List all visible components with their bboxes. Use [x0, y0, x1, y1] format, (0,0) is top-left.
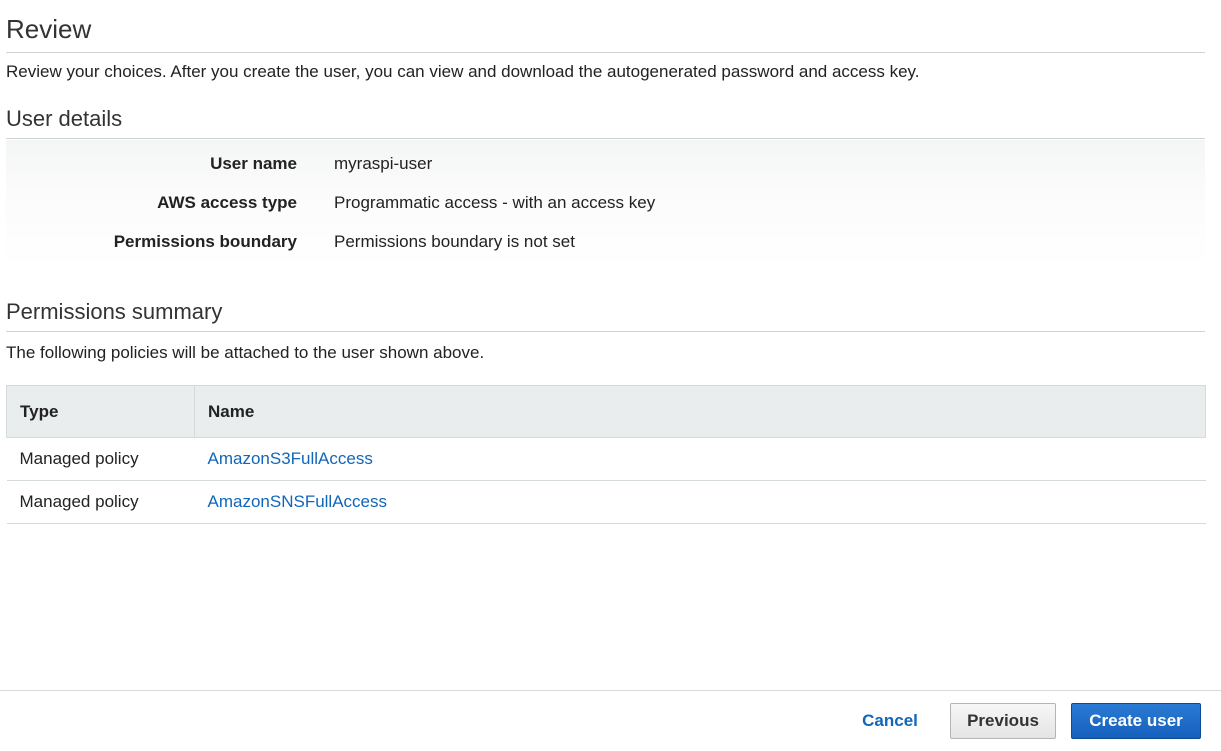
policy-name-cell: AmazonS3FullAccess	[194, 437, 1206, 481]
detail-row-access-type: AWS access type Programmatic access - wi…	[6, 191, 1205, 215]
table-row: Managed policy AmazonS3FullAccess	[6, 437, 1206, 481]
wizard-footer: Cancel Previous Create user	[0, 690, 1221, 752]
detail-value: Programmatic access - with an access key	[334, 193, 656, 212]
column-header-name[interactable]: Name	[194, 385, 1206, 438]
user-details-heading: User details	[6, 105, 1205, 139]
detail-label: User name	[210, 154, 297, 173]
detail-value: Permissions boundary is not set	[334, 232, 575, 251]
permissions-summary-heading: Permissions summary	[6, 298, 1205, 332]
cancel-button[interactable]: Cancel	[852, 703, 928, 739]
create-user-button[interactable]: Create user	[1071, 703, 1201, 739]
policies-table: Type Name Managed policy AmazonS3FullAcc…	[6, 385, 1206, 524]
permissions-description: The following policies will be attached …	[6, 343, 485, 362]
previous-button[interactable]: Previous	[950, 703, 1056, 739]
table-row: Managed policy AmazonSNSFullAccess	[6, 480, 1206, 524]
detail-label: AWS access type	[157, 193, 297, 212]
policy-type-cell: Managed policy	[6, 480, 195, 524]
detail-row-permissions-boundary: Permissions boundary Permissions boundar…	[6, 230, 1205, 254]
detail-label: Permissions boundary	[113, 232, 297, 251]
detail-value: myraspi-user	[334, 154, 433, 173]
policy-type-cell: Managed policy	[6, 437, 195, 481]
page-title: Review	[6, 12, 1205, 53]
policy-link[interactable]: AmazonSNSFullAccess	[208, 492, 388, 511]
review-description: Review your choices. After you create th…	[6, 62, 920, 81]
table-header-row: Type Name	[6, 385, 1206, 438]
detail-row-user-name: User name myraspi-user	[6, 152, 1205, 176]
policy-name-cell: AmazonSNSFullAccess	[194, 480, 1206, 524]
policy-link[interactable]: AmazonS3FullAccess	[208, 449, 373, 468]
column-header-type[interactable]: Type	[6, 385, 195, 438]
